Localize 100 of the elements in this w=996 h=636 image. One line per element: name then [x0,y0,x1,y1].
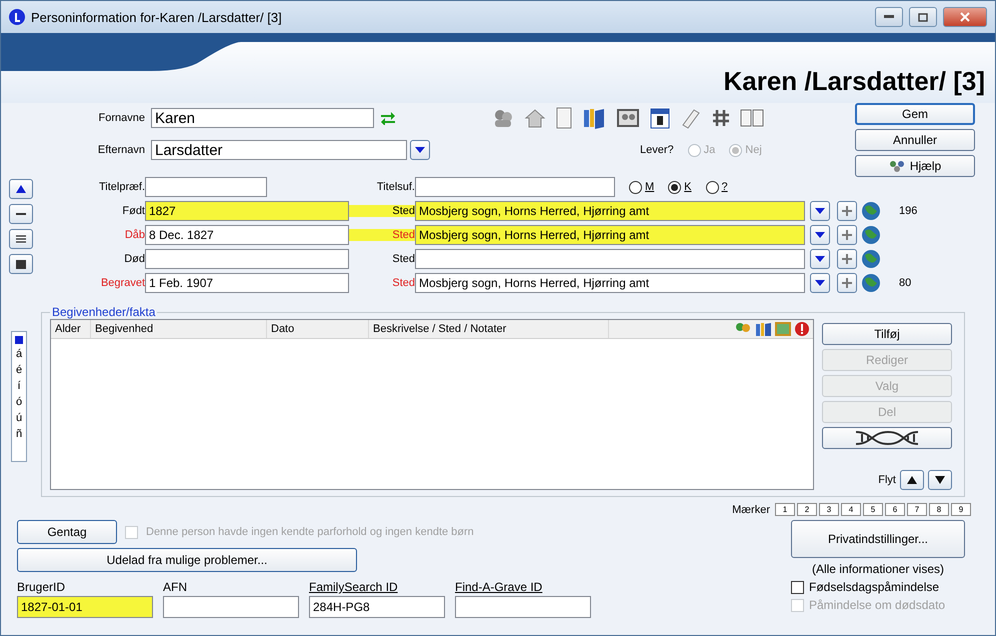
move-up-button[interactable] [900,470,924,490]
globe-icon[interactable] [861,273,881,293]
event-label: Begravet [100,277,146,289]
people-icon[interactable] [492,108,514,128]
field-label: Efternavn [96,144,146,156]
radio-button[interactable] [629,180,642,194]
group-title: Begivenheder/fakta [51,305,156,319]
close-button[interactable] [943,7,987,27]
count-label: 80 [899,277,912,289]
photo-icon[interactable] [616,108,640,128]
add-button[interactable] [837,201,857,221]
date-field[interactable]: 1827 [145,201,349,221]
plus-icon [842,254,852,264]
field-label: Fornavne [98,112,146,124]
globe-icon[interactable] [861,249,881,269]
first-name-field[interactable]: Karen [151,108,374,128]
place-field[interactable]: Mosbjerg sogn, Horns Herred, Hjørring amt [415,201,805,221]
hash-icon[interactable] [712,109,730,127]
open-book-icon[interactable] [740,108,764,128]
one-line-button[interactable] [9,204,33,224]
block-button[interactable] [9,254,33,274]
globe-icon[interactable] [861,225,881,245]
dropdown-button[interactable] [810,249,830,269]
maximize-button[interactable] [909,7,937,27]
add-button[interactable] [837,225,857,245]
id-field[interactable] [163,596,299,618]
calendar-icon[interactable] [650,107,670,129]
accent-key[interactable]: ú [16,412,22,424]
id-field[interactable] [455,596,591,618]
fact-button[interactable]: Tilføj [822,323,952,345]
caret-icon [815,208,825,214]
square-icon [15,336,23,344]
accent-key[interactable]: ñ [16,428,22,440]
notepad-icon[interactable] [556,107,572,129]
move-label: Flyt [878,474,896,486]
place-field[interactable]: Mosbjerg sogn, Horns Herred, Hjørring amt [415,225,805,245]
marker-box[interactable]: 5 [863,503,883,516]
add-button[interactable] [837,249,857,269]
radio-button[interactable] [706,180,719,194]
checkbox-label: Fødselsdagspåmindelse [809,580,940,594]
event-label: Dåb [124,229,146,241]
id-field[interactable]: 1827-01-01 [17,596,153,618]
last-name-field[interactable]: Larsdatter [151,140,407,160]
warning-icon[interactable] [795,322,809,336]
dropdown-button[interactable] [810,225,830,245]
field-label: Titelpræf. [98,181,146,193]
place-field[interactable] [415,249,805,269]
add-button[interactable] [837,273,857,293]
app-logo-icon [9,9,25,25]
radio-button[interactable] [668,180,682,194]
dropdown-button[interactable] [810,201,830,221]
dropdown-button[interactable] [810,273,830,293]
books-icon[interactable] [582,107,606,129]
help-button[interactable]: Hjælp [855,155,975,177]
column-header[interactable]: Dato [267,320,369,338]
marker-box[interactable]: 3 [819,503,839,516]
column-header[interactable]: Begivenhed [91,320,267,338]
action-button[interactable]: Gem [855,103,975,125]
date-field[interactable]: 8 Dec. 1827 [145,225,349,245]
house-icon[interactable] [524,107,546,129]
id-link[interactable]: Find-A-Grave ID [455,580,591,594]
marker-box[interactable]: 8 [929,503,949,516]
caret-icon [815,232,825,238]
date-field[interactable] [145,249,349,269]
move-down-button[interactable] [928,470,952,490]
maximize-icon [918,12,928,22]
accent-key[interactable]: í [17,380,21,392]
title-suffix-field[interactable] [415,177,615,197]
action-button[interactable]: Annuller [855,129,975,151]
id-link[interactable]: FamilySearch ID [309,580,445,594]
globe-icon[interactable] [861,201,881,221]
title-prefix-field[interactable] [145,177,267,197]
id-field[interactable]: 284H-PG8 [309,596,445,618]
accent-key[interactable]: é [16,364,22,376]
lines-icon [16,234,26,244]
dropdown-button[interactable] [410,140,430,160]
marker-box[interactable]: 1 [775,503,795,516]
place-field[interactable]: Mosbjerg sogn, Horns Herred, Hjørring amt [415,273,805,293]
repeat-button[interactable]: Gentag [17,520,117,544]
checkbox[interactable] [791,580,804,594]
marker-box[interactable]: 9 [951,503,971,516]
swap-icon[interactable] [380,111,396,125]
scroll-up-button[interactable] [9,179,33,199]
dna-button[interactable] [822,427,952,449]
column-header[interactable]: Alder [51,320,91,338]
accent-key[interactable]: á [16,348,22,360]
problems-button[interactable]: Udelad fra mulige problemer... [17,548,357,572]
column-header[interactable]: Beskrivelse / Sted / Notater [369,320,609,338]
privacy-button[interactable]: Privatindstillinger... [791,520,965,558]
marker-box[interactable]: 4 [841,503,861,516]
place-label: Sted [391,277,416,289]
lines-button[interactable] [9,229,33,249]
minimize-button[interactable] [875,7,903,27]
accent-key[interactable]: ó [16,396,22,408]
date-field[interactable]: 1 Feb. 1907 [145,273,349,293]
marker-box[interactable]: 6 [885,503,905,516]
marker-box[interactable]: 7 [907,503,927,516]
books-icon[interactable] [755,322,771,336]
marker-box[interactable]: 2 [797,503,817,516]
event-label: Født [121,205,146,217]
